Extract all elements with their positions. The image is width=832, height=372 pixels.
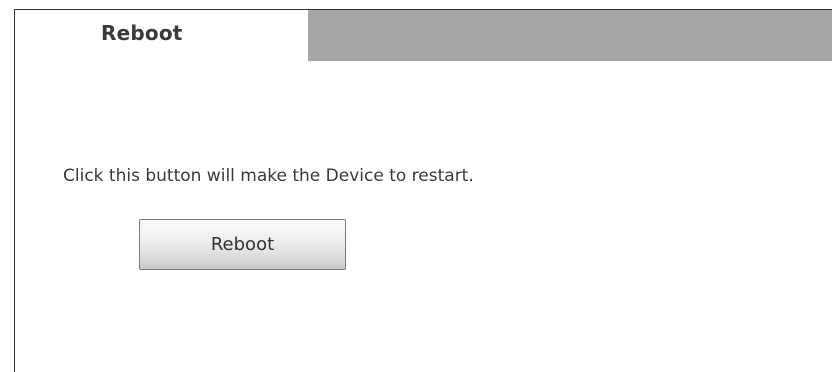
tab-reboot[interactable]: Reboot bbox=[15, 10, 308, 61]
tab-bar: Reboot bbox=[15, 10, 832, 61]
reboot-button[interactable]: Reboot bbox=[139, 219, 346, 270]
reboot-panel: Reboot bbox=[14, 9, 832, 372]
reboot-description: Click this button will make the Device t… bbox=[63, 166, 474, 186]
tab-title: Reboot bbox=[101, 21, 183, 45]
